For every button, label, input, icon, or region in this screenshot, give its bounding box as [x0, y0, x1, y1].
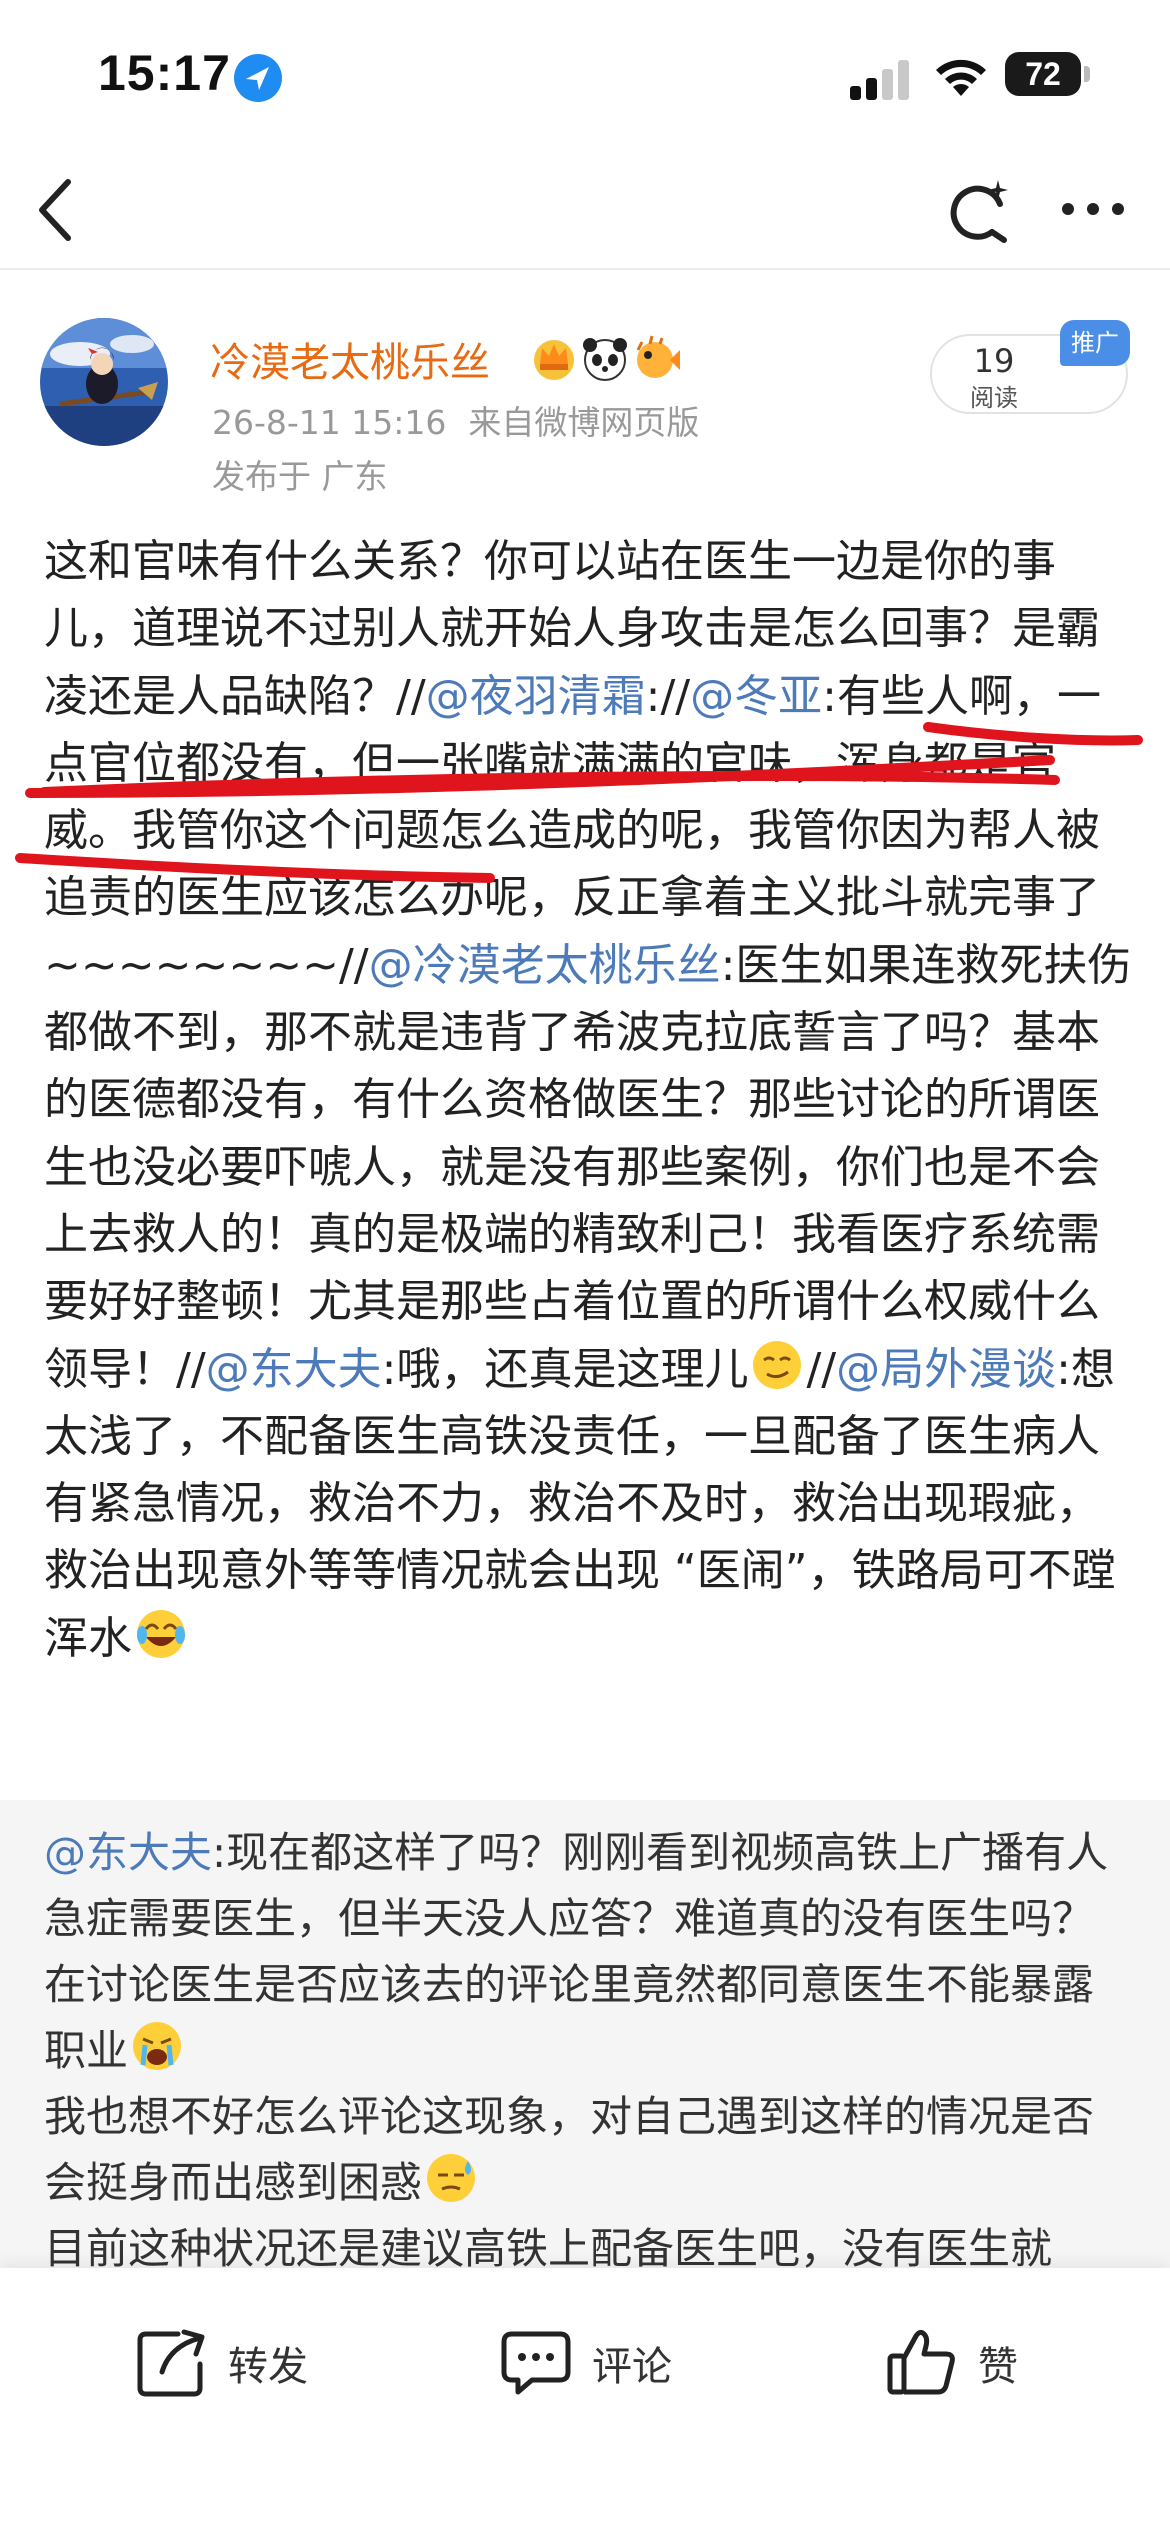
pufferfish-badge-icon: [636, 335, 680, 378]
like-button[interactable]: 赞: [884, 2314, 1044, 2414]
location-arrow-icon: [234, 54, 282, 102]
read-label: 阅读: [970, 384, 1018, 412]
mention-link[interactable]: @冬亚: [690, 671, 822, 722]
comment-button[interactable]: 评论: [498, 2314, 698, 2414]
mention-link[interactable]: @东大夫: [44, 1828, 212, 1877]
share-icon: [137, 2329, 205, 2397]
post-text: 这和官味有什么关系？你可以站在医生一边是你的事儿，道理说不过别人就开始人身攻击是…: [44, 528, 1134, 1672]
cellular-signal-icon: [850, 60, 909, 100]
avatar[interactable]: [40, 318, 168, 446]
bottom-toolbar: 转发 评论 赞: [0, 2268, 1170, 2532]
smirk-emoji-icon: [753, 1340, 802, 1389]
panda-badge-icon: [583, 338, 627, 381]
battery-nub: [1084, 66, 1090, 82]
battery-indicator: 72: [1005, 52, 1090, 96]
repost-paragraph: 我也想不好怎么评论这现象，对自己遇到这样的情况是否会挺身而出感到困惑: [44, 2092, 1095, 2207]
user-badges: [534, 335, 680, 381]
post-text-segment: :: [645, 670, 661, 722]
repost-paragraph: 目前这种状况还是建议高铁上配备医生吧，没有医生就: [44, 2224, 1053, 2270]
mention-link[interactable]: @冷漠老太桃乐丝: [369, 940, 721, 991]
post-text-segment: //: [806, 1343, 837, 1395]
post-header: 冷漠老太桃乐丝 26-8-11 15:16 来自微博网页版 发布于 广东 19 阅…: [0, 300, 1170, 500]
post-timestamp: 26-8-11 15:16: [212, 403, 447, 442]
post-text-segment: :医生如果连救死扶伤都做不到，那不就是违背了希波克拉底誓言了吗？基本的医德都没有…: [44, 939, 1132, 1395]
wifi-icon: [936, 59, 986, 96]
laugh-cry-emoji-icon: [137, 1609, 185, 1658]
post-location: 发布于 广东: [212, 457, 388, 496]
crown-badge-icon: [534, 340, 574, 380]
post-text-segment: //: [660, 670, 691, 722]
battery-percent: 72: [1025, 56, 1061, 92]
promo-badge[interactable]: 推广: [1060, 320, 1130, 366]
comment-label: 评论: [592, 2344, 672, 2390]
mention-link[interactable]: @夜羽清霜: [426, 671, 646, 722]
crying-emoji-icon: [133, 2022, 182, 2070]
repost-text: @东大夫:现在都这样了吗？刚刚看到视频高铁上广播有人急症需要医生，但半天没人应答…: [44, 1820, 1134, 2270]
more-icon[interactable]: [1058, 194, 1128, 224]
read-count: 19: [973, 342, 1015, 380]
sweat-emoji-icon: [427, 2154, 476, 2202]
thumbs-up-icon: [887, 2329, 955, 2395]
status-bar: 15:17 72: [0, 0, 1170, 150]
post-source: 来自微博网页版: [468, 403, 700, 442]
repost-original[interactable]: @东大夫:现在都这样了吗？刚刚看到视频高铁上广播有人急症需要医生，但半天没人应答…: [0, 1800, 1170, 2270]
mention-link[interactable]: @东大夫: [206, 1344, 382, 1395]
back-icon[interactable]: [30, 170, 80, 250]
nav-bar: [0, 150, 1170, 270]
author-name[interactable]: 冷漠老太桃乐丝: [210, 330, 490, 388]
post-meta: 26-8-11 15:16 来自微博网页版: [212, 396, 721, 444]
repost-button[interactable]: 转发: [134, 2314, 334, 2414]
mention-link[interactable]: @局外漫谈: [836, 1344, 1056, 1395]
refresh-icon[interactable]: [942, 174, 1014, 246]
repost-label: 转发: [228, 2344, 308, 2390]
post-text-segment: :哦，还真是这理儿: [381, 1343, 749, 1395]
status-time: 15:17: [98, 45, 231, 101]
comment-icon: [501, 2331, 571, 2395]
like-label: 赞: [978, 2344, 1018, 2390]
